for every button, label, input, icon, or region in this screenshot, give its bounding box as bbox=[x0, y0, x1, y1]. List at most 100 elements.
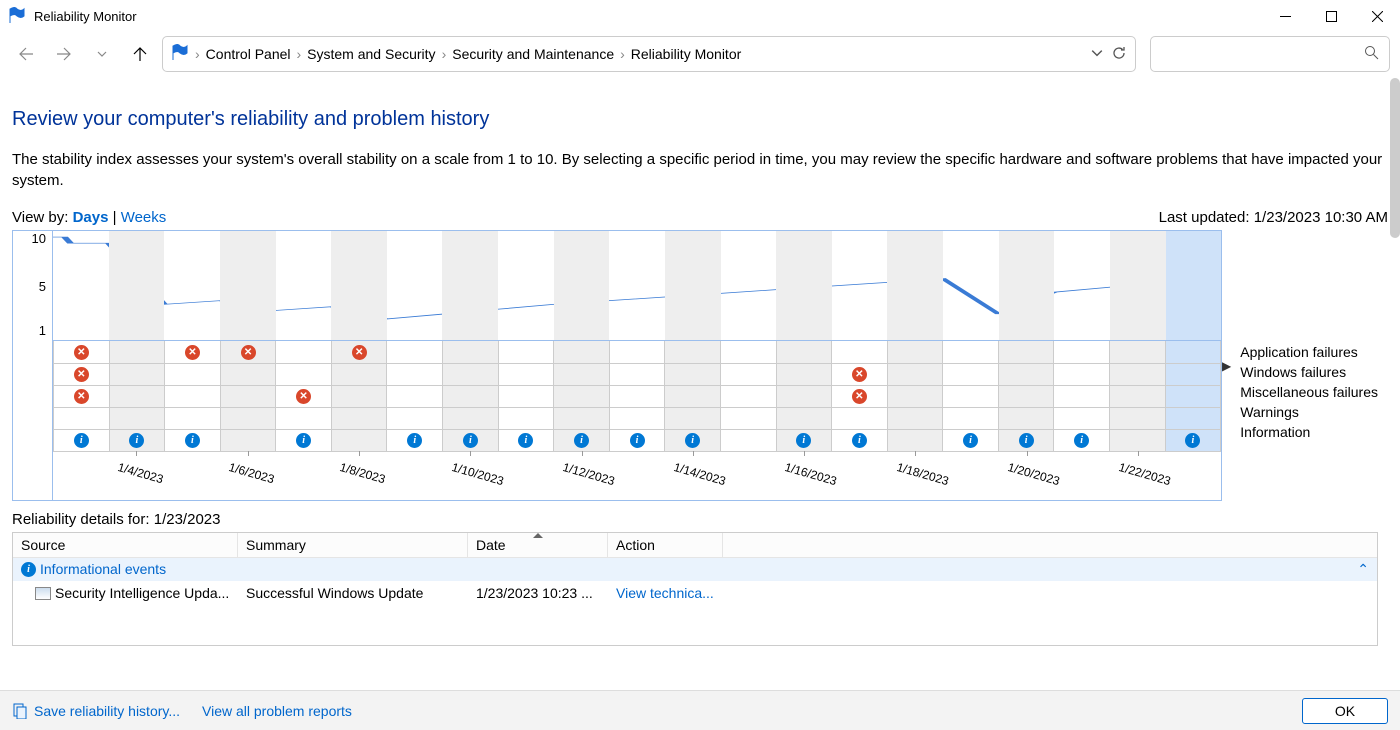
event-cell[interactable] bbox=[165, 363, 221, 385]
event-cell[interactable] bbox=[832, 407, 888, 429]
event-cell[interactable] bbox=[1109, 429, 1165, 451]
chevron-right-icon[interactable]: › bbox=[297, 46, 302, 62]
event-cell[interactable] bbox=[498, 407, 554, 429]
event-cell[interactable] bbox=[998, 341, 1054, 363]
viewby-weeks[interactable]: Weeks bbox=[121, 209, 167, 226]
event-cell[interactable] bbox=[943, 385, 999, 407]
event-cell[interactable] bbox=[1165, 363, 1221, 385]
chevron-right-icon[interactable]: › bbox=[620, 46, 625, 62]
event-cell[interactable]: i bbox=[498, 429, 554, 451]
event-cell[interactable] bbox=[554, 407, 610, 429]
address-bar[interactable]: › Control Panel › System and Security › … bbox=[162, 36, 1136, 72]
event-cell[interactable]: i bbox=[943, 429, 999, 451]
col-summary[interactable]: Summary bbox=[238, 533, 468, 557]
event-cell[interactable] bbox=[331, 385, 387, 407]
event-cell[interactable]: ✕ bbox=[276, 385, 332, 407]
event-cell[interactable] bbox=[109, 341, 165, 363]
event-cell[interactable] bbox=[609, 385, 665, 407]
search-input[interactable] bbox=[1150, 36, 1390, 72]
maximize-button[interactable] bbox=[1308, 0, 1354, 32]
event-cell[interactable] bbox=[1109, 363, 1165, 385]
group-informational[interactable]: i Informational events ⌃ bbox=[13, 558, 1377, 581]
event-cell[interactable] bbox=[609, 341, 665, 363]
event-cell[interactable]: ✕ bbox=[54, 385, 110, 407]
event-cell[interactable] bbox=[109, 363, 165, 385]
event-cell[interactable] bbox=[1165, 341, 1221, 363]
event-cell[interactable]: ✕ bbox=[331, 341, 387, 363]
event-cell[interactable] bbox=[887, 363, 943, 385]
event-cell[interactable] bbox=[443, 385, 499, 407]
event-cell[interactable] bbox=[720, 385, 776, 407]
refresh-icon[interactable] bbox=[1111, 45, 1127, 64]
event-cell[interactable] bbox=[109, 407, 165, 429]
event-cell[interactable]: i bbox=[109, 429, 165, 451]
event-cell[interactable] bbox=[1109, 341, 1165, 363]
event-cell[interactable]: i bbox=[665, 429, 721, 451]
recent-dropdown[interactable] bbox=[86, 38, 118, 70]
event-cell[interactable] bbox=[387, 363, 443, 385]
event-cell[interactable]: i bbox=[609, 429, 665, 451]
event-cell[interactable] bbox=[387, 341, 443, 363]
event-cell[interactable] bbox=[443, 407, 499, 429]
event-cell[interactable]: i bbox=[165, 429, 221, 451]
col-source[interactable]: Source bbox=[13, 533, 238, 557]
event-cell[interactable] bbox=[1054, 385, 1110, 407]
event-cell[interactable] bbox=[609, 407, 665, 429]
table-row[interactable]: Security Intelligence Upda... Successful… bbox=[13, 581, 1377, 605]
event-cell[interactable] bbox=[887, 407, 943, 429]
view-all-reports-link[interactable]: View all problem reports bbox=[202, 703, 352, 719]
event-cell[interactable] bbox=[220, 385, 276, 407]
event-cell[interactable]: ✕ bbox=[220, 341, 276, 363]
event-cell[interactable] bbox=[665, 363, 721, 385]
event-cell[interactable] bbox=[554, 363, 610, 385]
event-cell[interactable] bbox=[887, 429, 943, 451]
event-cell[interactable]: i bbox=[998, 429, 1054, 451]
event-cell[interactable] bbox=[498, 341, 554, 363]
event-cell[interactable]: i bbox=[54, 429, 110, 451]
event-cell[interactable] bbox=[665, 407, 721, 429]
event-cell[interactable] bbox=[943, 407, 999, 429]
chevron-down-icon[interactable] bbox=[1091, 46, 1103, 62]
event-cell[interactable] bbox=[1109, 385, 1165, 407]
event-cell[interactable] bbox=[832, 341, 888, 363]
col-date[interactable]: Date bbox=[468, 533, 608, 557]
event-cell[interactable] bbox=[276, 341, 332, 363]
event-cell[interactable]: i bbox=[554, 429, 610, 451]
close-button[interactable] bbox=[1354, 0, 1400, 32]
event-cell[interactable] bbox=[220, 407, 276, 429]
event-cell[interactable] bbox=[331, 429, 387, 451]
event-cell[interactable] bbox=[776, 341, 832, 363]
event-cell[interactable] bbox=[943, 341, 999, 363]
event-cell[interactable] bbox=[498, 363, 554, 385]
event-cell[interactable] bbox=[331, 407, 387, 429]
event-cell[interactable]: i bbox=[276, 429, 332, 451]
event-cell[interactable] bbox=[276, 363, 332, 385]
event-cell[interactable] bbox=[776, 363, 832, 385]
event-cell[interactable]: ✕ bbox=[54, 363, 110, 385]
event-cell[interactable] bbox=[720, 407, 776, 429]
event-cell[interactable] bbox=[665, 341, 721, 363]
up-button[interactable] bbox=[124, 38, 156, 70]
breadcrumb[interactable]: System and Security bbox=[307, 46, 435, 62]
event-cell[interactable] bbox=[720, 429, 776, 451]
event-cell[interactable] bbox=[720, 341, 776, 363]
event-cell[interactable] bbox=[443, 363, 499, 385]
event-cell[interactable] bbox=[220, 429, 276, 451]
event-cell[interactable] bbox=[998, 407, 1054, 429]
col-action[interactable]: Action bbox=[608, 533, 723, 557]
event-cell[interactable] bbox=[554, 341, 610, 363]
back-button[interactable] bbox=[10, 38, 42, 70]
event-cell[interactable] bbox=[1109, 407, 1165, 429]
view-technical-link[interactable]: View technica... bbox=[608, 585, 1377, 601]
event-cell[interactable] bbox=[165, 407, 221, 429]
collapse-icon[interactable]: ⌃ bbox=[1357, 561, 1369, 578]
save-history-link[interactable]: Save reliability history... bbox=[12, 703, 180, 719]
viewby-days[interactable]: Days bbox=[73, 209, 109, 226]
event-cell[interactable] bbox=[887, 385, 943, 407]
event-cell[interactable] bbox=[1165, 407, 1221, 429]
event-cell[interactable]: i bbox=[387, 429, 443, 451]
event-cell[interactable] bbox=[331, 363, 387, 385]
event-cell[interactable]: i bbox=[832, 429, 888, 451]
event-cell[interactable] bbox=[109, 385, 165, 407]
minimize-button[interactable] bbox=[1262, 0, 1308, 32]
